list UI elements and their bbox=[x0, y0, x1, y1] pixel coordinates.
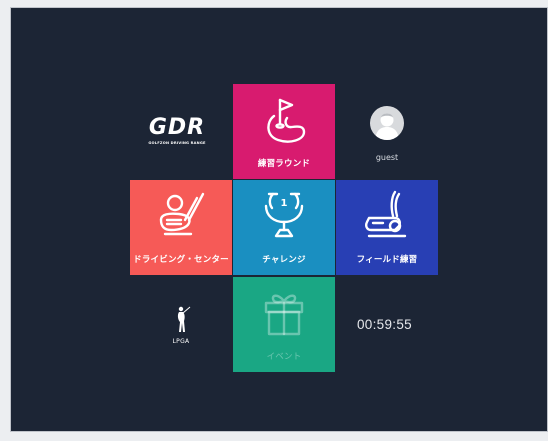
svg-text:1: 1 bbox=[281, 198, 288, 209]
main-screen: GDR GOLFZON DRIVING RANGE 練習ラウンド guest ド… bbox=[11, 8, 547, 431]
practice-round-label: 練習ラウンド bbox=[257, 159, 311, 169]
avatar[interactable] bbox=[370, 106, 404, 140]
challenge-label: チャレンジ bbox=[262, 255, 306, 265]
field-practice-tile[interactable]: フィールド練習 bbox=[336, 180, 438, 275]
practice-round-tile[interactable]: 練習ラウンド bbox=[233, 84, 335, 179]
driver-club-icon bbox=[159, 192, 205, 236]
flag-green-icon bbox=[267, 98, 306, 143]
user-silhouette-icon bbox=[375, 113, 399, 140]
driving-center-label: ドライビング・センター bbox=[133, 255, 229, 265]
gdr-logo-tagline: GOLFZON DRIVING RANGE bbox=[148, 141, 206, 145]
gdr-logo-text: GDR bbox=[148, 115, 206, 140]
driving-center-tile[interactable]: ドライビング・センター bbox=[130, 180, 232, 275]
event-tile[interactable]: イベント bbox=[233, 277, 335, 372]
gdr-logo: GDR GOLFZON DRIVING RANGE bbox=[137, 115, 217, 146]
user-profile[interactable]: guest bbox=[355, 106, 419, 162]
field-practice-label: フィールド練習 bbox=[356, 255, 418, 265]
event-label: イベント bbox=[266, 352, 302, 362]
lpga-label: LPGA bbox=[172, 338, 190, 345]
putter-icon bbox=[365, 190, 407, 238]
trophy-icon: 1 bbox=[264, 192, 304, 238]
username: guest bbox=[375, 153, 399, 162]
gift-icon bbox=[264, 294, 304, 336]
lpga-logo: LPGA bbox=[161, 304, 201, 345]
golfer-silhouette-icon bbox=[177, 306, 191, 332]
challenge-tile[interactable]: 1 チャレンジ bbox=[233, 180, 335, 275]
session-timer: 00:59:55 bbox=[357, 317, 412, 332]
